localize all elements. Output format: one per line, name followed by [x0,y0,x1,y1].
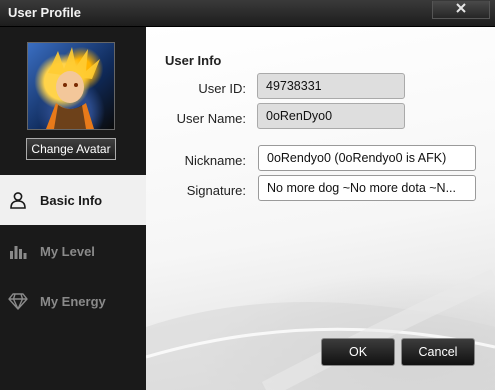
person-icon [8,190,28,210]
user-profile-window: User Profile Change Avatar Basic Info My… [0,0,495,390]
section-title: User Info [165,53,222,68]
user-id-field: 49738331 [257,73,405,99]
cancel-button[interactable]: Cancel [401,338,475,366]
signature-label: Signature: [186,183,246,198]
sidebar-item-label: Basic Info [40,192,103,208]
window-title: User Profile [8,5,81,20]
sidebar-item-my-level[interactable]: My Level [0,226,146,276]
avatar [27,42,115,130]
user-name-label: User Name: [176,111,246,126]
basic-info-panel: User Info User ID: 49738331 User Name: 0… [146,27,495,390]
sidebar-item-basic-info[interactable]: Basic Info [0,175,146,225]
sidebar-item-label: My Energy [40,293,106,309]
sidebar-item-label: My Level [40,243,95,259]
signature-input[interactable]: No more dog ~No more dota ~N... [258,175,476,201]
nickname-label: Nickname: [184,153,246,168]
diamond-icon [8,291,28,311]
sidebar: Change Avatar Basic Info My Level My Ene… [0,27,146,390]
change-avatar-button[interactable]: Change Avatar [26,138,116,160]
user-id-label: User ID: [198,81,246,96]
title-bar[interactable]: User Profile [0,0,495,27]
close-icon [455,1,467,19]
ok-button[interactable]: OK [321,338,395,366]
sidebar-item-my-energy[interactable]: My Energy [0,276,146,326]
bar-chart-icon [8,241,28,261]
close-button[interactable] [432,1,490,19]
nickname-input[interactable]: 0oRendyo0 (0oRendyo0 is AFK) [258,145,476,171]
user-name-field: 0oRenDyo0 [257,103,405,129]
